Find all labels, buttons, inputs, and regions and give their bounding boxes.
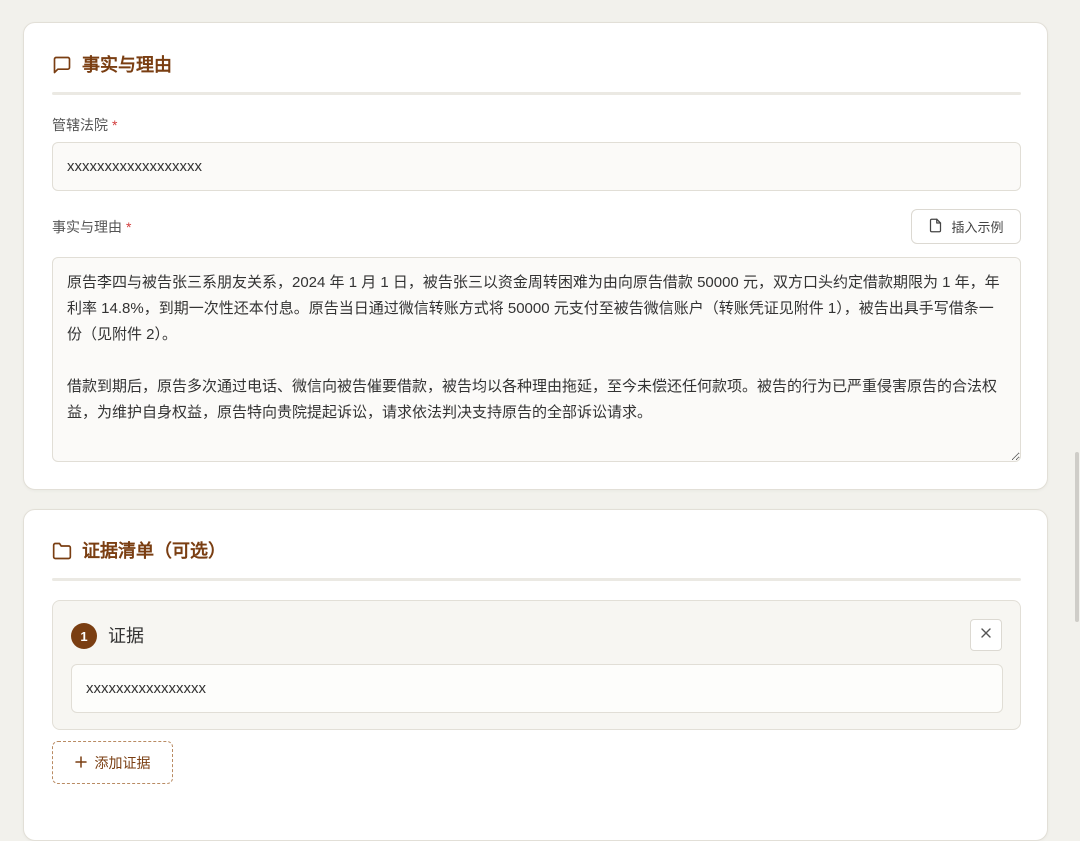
facts-label-text: 事实与理由 <box>52 219 122 235</box>
evidence-input[interactable] <box>71 664 1003 713</box>
court-label: 管辖法院 * <box>52 115 117 135</box>
required-mark: * <box>112 117 118 133</box>
evidence-item: 1 证据 <box>52 600 1021 730</box>
court-input[interactable] <box>52 142 1021 191</box>
facts-card-divider <box>52 92 1021 95</box>
close-icon <box>980 626 992 644</box>
file-icon <box>928 218 943 236</box>
remove-evidence-button[interactable] <box>970 619 1002 651</box>
evidence-card-divider <box>52 578 1021 581</box>
required-mark: * <box>126 219 132 235</box>
message-square-icon <box>52 55 72 75</box>
add-evidence-label: 添加证据 <box>94 754 151 771</box>
court-label-text: 管辖法院 <box>52 117 108 133</box>
facts-card: 事实与理由 管辖法院* 事实与理由* 插入示例 原告李四与被告张三系朋友关系，2… <box>23 22 1048 490</box>
insert-example-button[interactable]: 插入示例 <box>911 209 1021 244</box>
facts-label: 事实与理由 * <box>52 217 131 237</box>
plus-icon <box>74 755 87 771</box>
add-evidence-button[interactable]: 添加证据 <box>52 741 173 784</box>
evidence-card-title: 证据清单（可选） <box>82 541 226 561</box>
evidence-item-label: 证据 <box>108 626 144 646</box>
evidence-index-badge: 1 <box>71 623 97 649</box>
insert-example-label: 插入示例 <box>951 220 1004 235</box>
evidence-card: 证据清单（可选） 1 证据 添加证据 <box>23 509 1048 841</box>
facts-card-title: 事实与理由 <box>82 55 172 75</box>
scrollbar-thumb[interactable] <box>1075 452 1079 622</box>
facts-textarea[interactable]: 原告李四与被告张三系朋友关系，2024 年 1 月 1 日，被告张三以资金周转困… <box>52 257 1021 462</box>
folder-icon <box>52 541 72 561</box>
